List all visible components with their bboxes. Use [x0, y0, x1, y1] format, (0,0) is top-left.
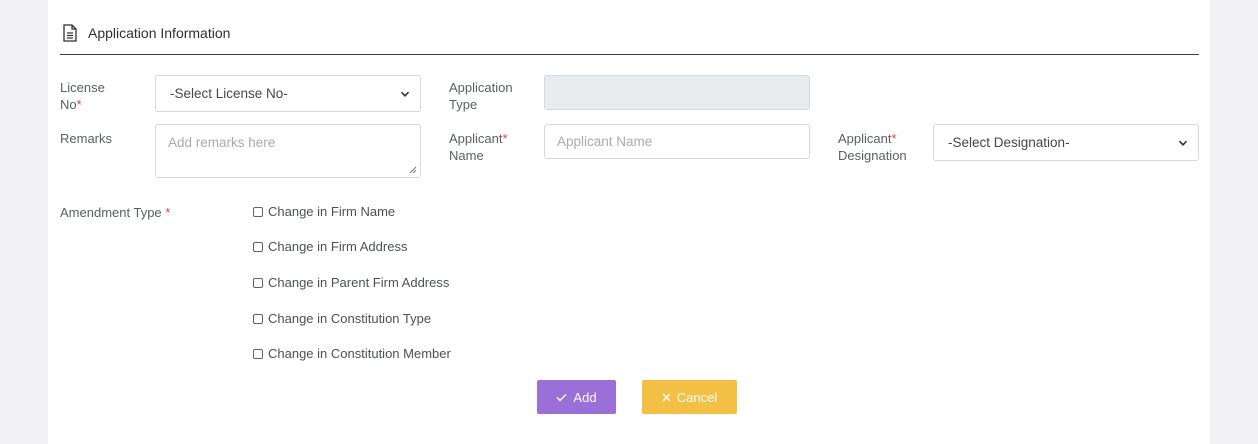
applicant-designation-select[interactable]: -Select Designation-: [933, 124, 1199, 161]
checkbox[interactable]: [253, 313, 263, 324]
checkbox[interactable]: [253, 348, 263, 359]
chevron-down-icon: [400, 91, 410, 97]
form-panel: [48, 0, 1210, 444]
remarks-textarea[interactable]: Add remarks here: [155, 124, 421, 178]
required-mark: *: [76, 97, 82, 112]
applicant-name-label: Applicant* Name: [449, 131, 508, 163]
add-button-label: Add: [573, 389, 597, 405]
section-title: Application Information: [88, 25, 231, 41]
license-no-selected: -Select License No-: [170, 86, 288, 101]
amendment-option-firm-name[interactable]: Change in Firm Name: [253, 204, 395, 219]
license-no-select[interactable]: -Select License No-: [155, 75, 421, 112]
checkbox[interactable]: [253, 241, 263, 252]
amendment-option-firm-address[interactable]: Change in Firm Address: [253, 239, 407, 254]
application-type-field: [544, 75, 810, 110]
chevron-down-icon: [1178, 140, 1188, 146]
resize-grip-icon[interactable]: [409, 166, 417, 174]
required-mark: *: [502, 131, 508, 146]
document-icon: [62, 24, 78, 42]
cancel-button[interactable]: Cancel: [642, 380, 737, 414]
amendment-option-constitution-type[interactable]: Change in Constitution Type: [253, 311, 431, 326]
applicant-name-input[interactable]: Applicant Name: [544, 124, 810, 159]
remarks-label: Remarks: [60, 131, 113, 146]
applicant-designation-selected: -Select Designation-: [948, 135, 1070, 150]
section-header: Application Information: [62, 18, 230, 48]
applicant-name-placeholder: Applicant Name: [557, 134, 653, 149]
application-type-label: Application Type: [449, 80, 513, 112]
required-mark: *: [891, 131, 897, 146]
checkbox[interactable]: [253, 277, 263, 288]
amendment-type-label: Amendment Type *: [60, 205, 171, 220]
required-mark: *: [165, 205, 171, 220]
amendment-option-constitution-member[interactable]: Change in Constitution Member: [253, 346, 451, 361]
remarks-placeholder: Add remarks here: [168, 135, 276, 150]
applicant-designation-label: Applicant* Designation: [838, 131, 907, 163]
cancel-button-label: Cancel: [676, 389, 718, 405]
close-icon: [662, 391, 671, 404]
section-divider: [60, 54, 1199, 55]
checkmark-icon: [556, 391, 567, 404]
amendment-option-parent-firm-address[interactable]: Change in Parent Firm Address: [253, 275, 449, 290]
license-no-label: License No*: [60, 80, 105, 112]
add-button[interactable]: Add: [537, 380, 616, 414]
checkbox[interactable]: [253, 206, 263, 217]
